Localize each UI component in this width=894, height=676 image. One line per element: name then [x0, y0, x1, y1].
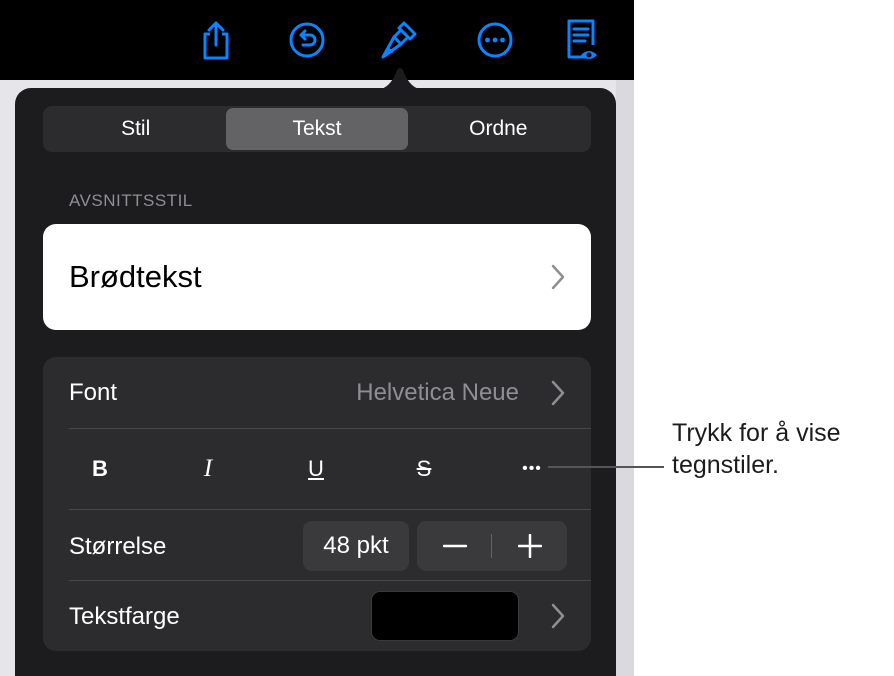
chevron-right-icon — [551, 264, 565, 290]
font-size-stepper — [417, 521, 567, 571]
size-row: Størrelse 48 pkt — [43, 509, 591, 581]
text-color-swatch[interactable] — [371, 591, 519, 641]
chevron-right-icon — [551, 380, 565, 406]
paragraph-style-value: Brødtekst — [69, 259, 202, 294]
reader-view-icon — [567, 19, 597, 59]
text-options-group: Font Helvetica Neue B I U S ••• Størrels… — [43, 357, 591, 651]
tab-stil[interactable]: Stil — [45, 108, 226, 150]
underline-button[interactable]: U — [286, 429, 346, 509]
top-toolbar — [0, 0, 634, 80]
callout-line-2: tegnstiler. — [672, 451, 780, 479]
share-icon — [203, 21, 229, 60]
tab-ordne[interactable]: Ordne — [408, 108, 589, 150]
ipad-screen: Stil Tekst Ordne AVSNITTSSTIL Brødtekst … — [0, 0, 634, 676]
font-label: Font — [69, 379, 118, 406]
document-scroll-edge — [616, 80, 634, 676]
share-button[interactable] — [193, 17, 239, 63]
text-color-row[interactable]: Tekstfarge — [43, 581, 591, 651]
tab-tekst[interactable]: Tekst — [226, 108, 408, 150]
decrease-size-button[interactable] — [417, 521, 492, 571]
strikethrough-button[interactable]: S — [394, 429, 454, 509]
font-value: Helvetica Neue — [356, 379, 519, 406]
text-color-label: Tekstfarge — [69, 603, 180, 630]
more-button[interactable] — [472, 17, 518, 63]
italic-button[interactable]: I — [178, 429, 238, 509]
bold-button[interactable]: B — [70, 429, 130, 509]
font-row[interactable]: Font Helvetica Neue — [43, 357, 591, 429]
undo-button[interactable] — [284, 17, 330, 63]
plus-icon — [517, 534, 542, 558]
format-popover: Stil Tekst Ordne AVSNITTSSTIL Brødtekst … — [15, 88, 616, 676]
font-size-field[interactable]: 48 pkt — [303, 521, 409, 571]
size-label: Størrelse — [69, 533, 167, 560]
increase-size-button[interactable] — [492, 521, 567, 571]
format-brush-icon — [381, 21, 417, 59]
more-icon — [477, 22, 513, 58]
more-text-options-button[interactable]: ••• — [502, 429, 562, 509]
format-button[interactable] — [376, 17, 422, 63]
callout-line-1: Trykk for å vise — [672, 419, 841, 447]
paragraph-style-section-label: AVSNITTSSTIL — [69, 191, 193, 210]
paragraph-style-selector[interactable]: Brødtekst — [43, 224, 591, 330]
popover-arrow — [375, 68, 425, 90]
format-tabs: Stil Tekst Ordne — [43, 106, 591, 152]
chevron-right-icon — [551, 603, 565, 629]
character-format-row: B I U S ••• — [43, 429, 591, 509]
minus-icon — [442, 544, 467, 548]
undo-icon — [289, 22, 325, 58]
callout-text: Trykk for å vise tegnstiler. — [672, 417, 887, 481]
callout-line — [548, 466, 664, 468]
reader-view-button[interactable] — [558, 17, 604, 63]
